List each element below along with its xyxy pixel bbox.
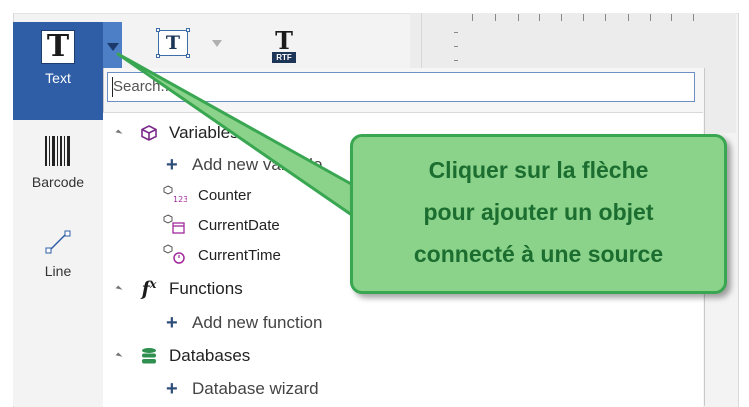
time-variable-icon: [163, 243, 187, 268]
callout-line-3: connecté à une source: [413, 241, 664, 267]
ruler: [458, 14, 736, 22]
tree-item-label: Counter: [198, 186, 252, 204]
add-variable-label: Add new variable: [192, 155, 323, 174]
tree-item-label: CurrentTime: [198, 246, 281, 264]
text-tool-dropdown-arrow[interactable]: [103, 22, 122, 68]
svg-text:123: 123: [173, 195, 187, 204]
text-box-icon[interactable]: T: [156, 28, 190, 58]
text-tool-icon: T: [41, 30, 75, 64]
text-box-dropdown-icon[interactable]: [212, 40, 222, 47]
database-icon: [138, 347, 160, 365]
collapse-icon[interactable]: [115, 285, 123, 293]
tool-line[interactable]: Line: [13, 227, 103, 279]
tree-category-databases[interactable]: Databases: [103, 342, 250, 370]
add-function-item[interactable]: + Add new function: [103, 309, 322, 337]
tool-line-label: Line: [44, 263, 72, 279]
tool-barcode[interactable]: Barcode: [13, 134, 103, 190]
counter-variable-icon: 123: [163, 184, 188, 207]
tool-barcode-label: Barcode: [31, 174, 85, 190]
search-input[interactable]: Search...: [107, 72, 695, 102]
tree-category-variables[interactable]: Variables: [103, 119, 239, 147]
collapse-icon[interactable]: [115, 352, 123, 360]
callout-box: Cliquer sur la flèche pour ajouter un ob…: [350, 134, 727, 294]
date-variable-icon: [163, 213, 187, 238]
tree-item-counter[interactable]: 123 Counter: [103, 181, 251, 209]
tree-category-label: Variables: [169, 123, 239, 142]
callout-line-1: Cliquer sur la flèche: [428, 157, 649, 183]
database-wizard-item[interactable]: + Database wizard: [103, 375, 319, 403]
dropdown-arrow-icon: [107, 43, 119, 51]
add-icon: +: [166, 312, 178, 334]
tool-text-label: Text: [45, 70, 71, 86]
toolbox: T Text Barcode Line: [13, 22, 103, 406]
tree-item-currentdate[interactable]: CurrentDate: [103, 211, 280, 239]
variable-cube-icon: [138, 124, 160, 142]
tree-item-label: CurrentDate: [198, 216, 280, 234]
function-fx-icon: fx: [141, 278, 157, 300]
database-wizard-label: Database wizard: [192, 379, 319, 398]
add-variable-item[interactable]: + Add new variable: [103, 151, 322, 179]
tool-text[interactable]: T Text: [13, 22, 103, 120]
add-icon: +: [166, 378, 178, 400]
tree-category-label: Databases: [169, 346, 251, 365]
barcode-icon: [45, 136, 70, 166]
tree-category-functions[interactable]: fx Functions: [103, 275, 243, 303]
tree-category-label: Functions: [169, 279, 243, 298]
add-function-label: Add new function: [192, 313, 323, 332]
rtf-label: RTF: [272, 52, 296, 63]
line-icon: [45, 230, 71, 254]
tree-item-currenttime[interactable]: CurrentTime: [103, 241, 281, 269]
collapse-icon[interactable]: [115, 129, 123, 137]
callout-line-2: pour ajouter un objet: [423, 199, 654, 225]
add-icon: +: [166, 154, 178, 176]
rtf-icon[interactable]: T RTF: [268, 29, 300, 64]
